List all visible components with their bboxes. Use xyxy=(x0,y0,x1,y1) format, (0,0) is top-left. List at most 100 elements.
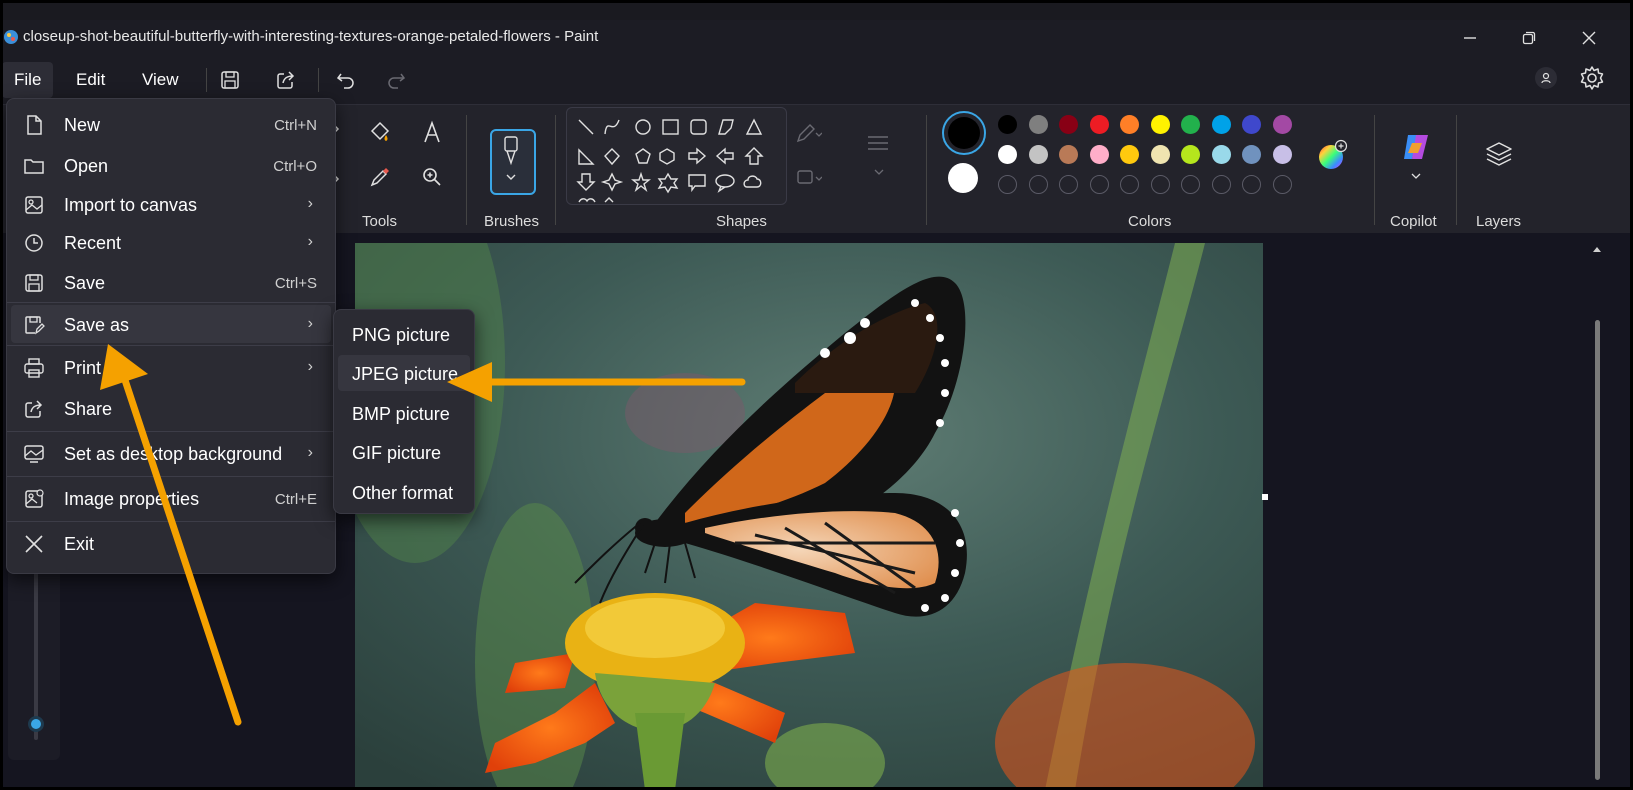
fill-style-icon[interactable] xyxy=(794,163,822,191)
chevron-down-icon[interactable] xyxy=(1409,169,1423,183)
copilot-icon[interactable] xyxy=(1398,129,1434,165)
file-menu-item-new[interactable]: New Ctrl+N xyxy=(11,105,331,143)
color-swatch[interactable] xyxy=(1181,115,1200,134)
chevron-right-icon: › xyxy=(307,233,313,250)
custom-color-slot[interactable] xyxy=(1089,175,1109,194)
line-size-icon[interactable] xyxy=(864,131,892,159)
color-swatch[interactable] xyxy=(1150,115,1170,134)
zoom-slider-track[interactable] xyxy=(34,565,38,740)
vertical-scrollbar[interactable] xyxy=(1608,243,1622,790)
settings-button[interactable] xyxy=(1578,64,1606,92)
paint-window: closeup-shot-beautiful-butterfly-with-in… xyxy=(0,0,1633,790)
save-as-submenu: PNG picture JPEG picture BMP picture GIF… xyxy=(333,309,475,514)
curve-shape-icon xyxy=(604,119,620,135)
file-menu: New Ctrl+N Open Ctrl+O Import to canvas … xyxy=(6,98,336,574)
color-swatch[interactable] xyxy=(1150,145,1170,164)
color-swatch[interactable] xyxy=(1089,145,1109,164)
color-swatch[interactable] xyxy=(1089,115,1109,134)
secondary-color-swatch[interactable] xyxy=(948,163,978,193)
chevron-right-icon: › xyxy=(307,315,313,332)
custom-color-slot[interactable] xyxy=(1120,175,1139,194)
custom-color-slot[interactable] xyxy=(1272,175,1292,194)
layers-icon[interactable] xyxy=(1484,139,1514,169)
gear-icon xyxy=(1580,66,1604,90)
file-menu-item-print[interactable]: Print › xyxy=(11,348,331,386)
outline-style-icon[interactable] xyxy=(794,121,822,149)
file-menu-item-exit[interactable]: Exit xyxy=(11,524,331,562)
hexagon-shape-icon xyxy=(659,148,675,165)
custom-color-slot[interactable] xyxy=(1059,175,1078,194)
redo-button[interactable] xyxy=(380,64,412,96)
fill-tool-icon[interactable] xyxy=(366,119,394,147)
save-as-jpeg[interactable]: JPEG picture xyxy=(338,355,470,391)
scroll-up-icon[interactable] xyxy=(1592,245,1602,253)
restore-button[interactable] xyxy=(1509,24,1549,52)
color-swatch[interactable] xyxy=(998,145,1017,164)
file-menu-item-save[interactable]: Save Ctrl+S xyxy=(11,263,331,301)
share-icon xyxy=(277,71,295,89)
chevron-down-icon[interactable] xyxy=(872,165,886,179)
save-as-bmp[interactable]: BMP picture xyxy=(338,395,470,431)
person-icon xyxy=(1541,72,1551,84)
file-menu-item-import-to-canvas[interactable]: Import to canvas › xyxy=(11,185,331,223)
brushes-button[interactable] xyxy=(490,129,536,195)
file-menu-item-open[interactable]: Open Ctrl+O xyxy=(11,146,331,184)
color-swatch[interactable] xyxy=(998,115,1017,134)
file-menu-label: Print xyxy=(64,358,102,378)
text-tool-icon[interactable] xyxy=(418,119,446,147)
quick-share-button[interactable] xyxy=(270,64,302,96)
butterfly-photo xyxy=(355,243,1263,790)
color-swatch[interactable] xyxy=(1211,145,1231,164)
file-menu-item-share[interactable]: Share xyxy=(11,389,331,427)
undo-button[interactable] xyxy=(330,64,362,96)
color-swatch[interactable] xyxy=(1028,115,1048,134)
canvas-resize-handle[interactable] xyxy=(1262,494,1268,500)
color-swatch[interactable] xyxy=(1059,145,1078,164)
menu-file[interactable]: File xyxy=(2,62,54,98)
right-arrow-shape-icon xyxy=(688,147,707,165)
brush-icon xyxy=(504,136,518,180)
magnifier-tool-icon[interactable] xyxy=(418,163,446,191)
save-as-gif[interactable]: GIF picture xyxy=(338,434,470,470)
quick-save-button[interactable] xyxy=(214,64,246,96)
color-swatch[interactable] xyxy=(1028,145,1048,164)
menu-edit[interactable]: Edit xyxy=(64,62,117,98)
edit-colors-icon[interactable] xyxy=(1316,139,1348,171)
color-swatch[interactable] xyxy=(1120,145,1139,164)
color-swatch[interactable] xyxy=(1272,145,1292,164)
close-window-button[interactable] xyxy=(1569,24,1609,52)
save-as-png[interactable]: PNG picture xyxy=(338,316,470,352)
color-swatch[interactable] xyxy=(1059,115,1078,134)
layers-group-label: Layers xyxy=(1476,213,1522,230)
color-swatch[interactable] xyxy=(1120,115,1139,134)
file-menu-item-recent[interactable]: Recent › xyxy=(11,223,331,261)
color-swatch[interactable] xyxy=(1272,115,1292,134)
file-menu-divider xyxy=(7,431,335,432)
primary-color-swatch[interactable] xyxy=(942,111,986,155)
callout-oval-shape-icon xyxy=(715,174,735,193)
save-as-other-format[interactable]: Other format xyxy=(338,474,470,510)
canvas-butterfly-image[interactable] xyxy=(355,243,1263,790)
file-menu-item-set-as-desktop-background[interactable]: Set as desktop background › xyxy=(11,434,331,472)
profile-button[interactable] xyxy=(1535,67,1557,89)
custom-color-slot[interactable] xyxy=(1242,175,1261,194)
custom-color-slot[interactable] xyxy=(1150,175,1170,194)
custom-color-slot[interactable] xyxy=(1181,175,1200,194)
color-swatch[interactable] xyxy=(1242,115,1261,134)
menu-view[interactable]: View xyxy=(130,62,191,98)
scrollbar-thumb[interactable] xyxy=(1595,320,1600,780)
file-menu-item-save-as[interactable]: Save as › xyxy=(11,305,331,343)
custom-color-slot[interactable] xyxy=(1211,175,1231,194)
zoom-slider-thumb[interactable] xyxy=(28,716,44,732)
custom-color-slot[interactable] xyxy=(1028,175,1048,194)
color-swatch[interactable] xyxy=(1211,115,1231,134)
file-menu-label: Share xyxy=(64,399,113,419)
file-menu-item-image-properties[interactable]: Image properties Ctrl+E xyxy=(11,479,331,517)
lightning-shape-icon xyxy=(604,197,614,203)
color-swatch[interactable] xyxy=(1181,145,1200,164)
color-swatch[interactable] xyxy=(1242,145,1261,164)
custom-color-slot[interactable] xyxy=(998,175,1017,194)
color-picker-tool-icon[interactable] xyxy=(366,163,394,191)
minimize-button[interactable] xyxy=(1450,24,1490,52)
file-menu-shortcut: Ctrl+N xyxy=(274,117,317,134)
